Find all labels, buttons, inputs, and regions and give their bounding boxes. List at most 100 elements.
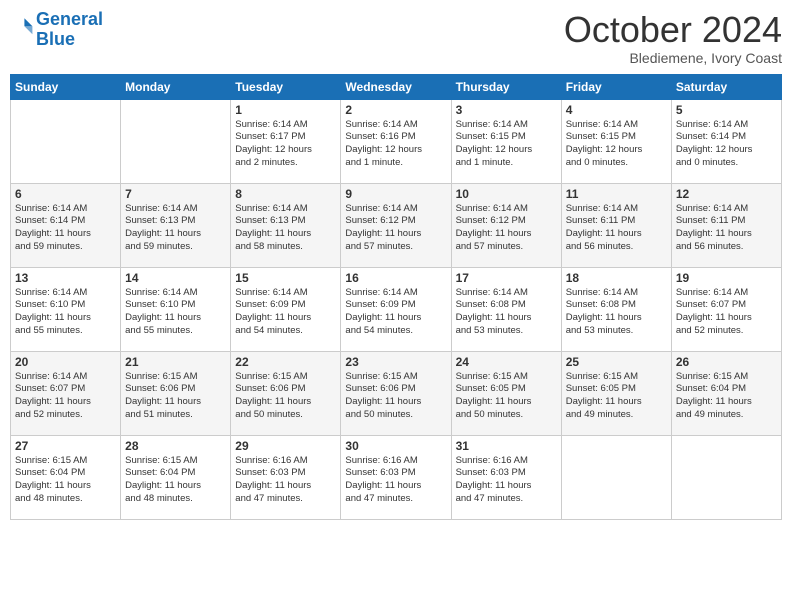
calendar-cell	[561, 435, 671, 519]
calendar-cell: 1Sunrise: 6:14 AM Sunset: 6:17 PM Daylig…	[231, 99, 341, 183]
day-number: 17	[456, 271, 557, 285]
month-title: October 2024	[564, 10, 782, 50]
column-header-thursday: Thursday	[451, 74, 561, 99]
day-number: 21	[125, 355, 226, 369]
week-row-3: 13Sunrise: 6:14 AM Sunset: 6:10 PM Dayli…	[11, 267, 782, 351]
page: General Blue October 2024 Blediemene, Iv…	[0, 0, 792, 612]
day-info: Sunrise: 6:16 AM Sunset: 6:03 PM Dayligh…	[235, 455, 336, 506]
calendar-cell: 2 Sunrise: 6:14 AM Sunset: 6:16 PM Daylig…	[341, 99, 451, 183]
day-number: 6	[15, 187, 116, 201]
column-header-sunday: Sunday	[11, 74, 121, 99]
week-row-1: 1Sunrise: 6:14 AM Sunset: 6:17 PM Daylig…	[11, 99, 782, 183]
day-number: 15	[235, 271, 336, 285]
calendar-cell: 11Sunrise: 6:14 AM Sunset: 6:11 PM Dayli…	[561, 183, 671, 267]
calendar-cell: 29 Sunrise: 6:16 AM Sunset: 6:03 PM Dayli…	[231, 435, 341, 519]
week-row-5: 27 Sunrise: 6:15 AM Sunset: 6:04 PM Dayli…	[11, 435, 782, 519]
week-row-4: 20 Sunrise: 6:14 AM Sunset: 6:07 PM Dayli…	[11, 351, 782, 435]
column-header-monday: Monday	[121, 74, 231, 99]
day-info: Sunrise: 6:14 AM Sunset: 6:13 PM Dayligh…	[235, 203, 336, 254]
day-info: Sunrise: 6:16 AM Sunset: 6:03 PM Dayligh…	[456, 455, 557, 506]
day-number: 3	[456, 103, 557, 117]
day-number: 23	[345, 355, 446, 369]
logo-line1: General	[36, 9, 103, 29]
calendar-cell	[121, 99, 231, 183]
day-info: Sunrise: 6:15 AM Sunset: 6:05 PM Dayligh…	[456, 371, 557, 422]
calendar-cell: 15 Sunrise: 6:14 AM Sunset: 6:09 PM Dayli…	[231, 267, 341, 351]
day-number: 18	[566, 271, 667, 285]
day-number: 28	[125, 439, 226, 453]
day-info: Sunrise: 6:14 AM Sunset: 6:08 PM Dayligh…	[566, 287, 667, 338]
day-number: 2	[345, 103, 446, 117]
calendar-cell: 25 Sunrise: 6:15 AM Sunset: 6:05 PM Dayli…	[561, 351, 671, 435]
day-number: 25	[566, 355, 667, 369]
day-info: Sunrise: 6:15 AM Sunset: 6:04 PM Dayligh…	[15, 455, 116, 506]
day-info: Sunrise: 6:14 AM Sunset: 6:14 PM Dayligh…	[15, 203, 116, 254]
calendar-cell: 8 Sunrise: 6:14 AM Sunset: 6:13 PM Daylig…	[231, 183, 341, 267]
calendar-cell: 28 Sunrise: 6:15 AM Sunset: 6:04 PM Dayli…	[121, 435, 231, 519]
calendar-cell: 27 Sunrise: 6:15 AM Sunset: 6:04 PM Dayli…	[11, 435, 121, 519]
column-header-saturday: Saturday	[671, 74, 781, 99]
day-info: Sunrise: 6:14 AM Sunset: 6:07 PM Dayligh…	[676, 287, 777, 338]
day-number: 12	[676, 187, 777, 201]
day-info: Sunrise: 6:15 AM Sunset: 6:04 PM Dayligh…	[125, 455, 226, 506]
day-number: 11	[566, 187, 667, 201]
day-number: 1	[235, 103, 336, 117]
calendar-cell: 16Sunrise: 6:14 AM Sunset: 6:09 PM Dayli…	[341, 267, 451, 351]
day-info: Sunrise: 6:14 AM Sunset: 6:14 PM Dayligh…	[676, 119, 777, 170]
calendar-cell: 6 Sunrise: 6:14 AM Sunset: 6:14 PM Daylig…	[11, 183, 121, 267]
day-info: Sunrise: 6:14 AM Sunset: 6:12 PM Dayligh…	[456, 203, 557, 254]
calendar-cell: 24 Sunrise: 6:15 AM Sunset: 6:05 PM Dayli…	[451, 351, 561, 435]
calendar-cell: 14Sunrise: 6:14 AM Sunset: 6:10 PM Dayli…	[121, 267, 231, 351]
day-info: Sunrise: 6:15 AM Sunset: 6:05 PM Dayligh…	[566, 371, 667, 422]
day-number: 20	[15, 355, 116, 369]
day-info: Sunrise: 6:14 AM Sunset: 6:07 PM Dayligh…	[15, 371, 116, 422]
title-block: October 2024 Blediemene, Ivory Coast	[564, 10, 782, 66]
day-info: Sunrise: 6:14 AM Sunset: 6:15 PM Dayligh…	[566, 119, 667, 170]
calendar-cell: 17 Sunrise: 6:14 AM Sunset: 6:08 PM Dayli…	[451, 267, 561, 351]
day-number: 10	[456, 187, 557, 201]
day-number: 26	[676, 355, 777, 369]
day-info: Sunrise: 6:15 AM Sunset: 6:04 PM Dayligh…	[676, 371, 777, 422]
calendar-cell	[671, 435, 781, 519]
calendar-cell: 23Sunrise: 6:15 AM Sunset: 6:06 PM Dayli…	[341, 351, 451, 435]
day-info: Sunrise: 6:15 AM Sunset: 6:06 PM Dayligh…	[235, 371, 336, 422]
day-info: Sunrise: 6:15 AM Sunset: 6:06 PM Dayligh…	[125, 371, 226, 422]
calendar-cell: 21 Sunrise: 6:15 AM Sunset: 6:06 PM Dayli…	[121, 351, 231, 435]
calendar-cell: 3 Sunrise: 6:14 AM Sunset: 6:15 PM Daylig…	[451, 99, 561, 183]
calendar-cell	[11, 99, 121, 183]
day-number: 31	[456, 439, 557, 453]
calendar-cell: 30 Sunrise: 6:16 AM Sunset: 6:03 PM Dayli…	[341, 435, 451, 519]
day-number: 7	[125, 187, 226, 201]
day-number: 19	[676, 271, 777, 285]
logo-line2: Blue	[36, 29, 75, 49]
logo: General Blue	[10, 10, 103, 50]
day-info: Sunrise: 6:14 AM Sunset: 6:09 PM Dayligh…	[235, 287, 336, 338]
column-header-friday: Friday	[561, 74, 671, 99]
day-number: 27	[15, 439, 116, 453]
calendar: SundayMondayTuesdayWednesdayThursdayFrid…	[10, 74, 782, 520]
day-info: Sunrise: 6:14 AM Sunset: 6:16 PM Dayligh…	[345, 119, 446, 170]
day-info: Sunrise: 6:16 AM Sunset: 6:03 PM Dayligh…	[345, 455, 446, 506]
calendar-header-row: SundayMondayTuesdayWednesdayThursdayFrid…	[11, 74, 782, 99]
calendar-cell: 5 Sunrise: 6:14 AM Sunset: 6:14 PM Daylig…	[671, 99, 781, 183]
day-info: Sunrise: 6:14 AM Sunset: 6:11 PM Dayligh…	[676, 203, 777, 254]
column-header-wednesday: Wednesday	[341, 74, 451, 99]
day-info: Sunrise: 6:14 AM Sunset: 6:12 PM Dayligh…	[345, 203, 446, 254]
week-row-2: 6 Sunrise: 6:14 AM Sunset: 6:14 PM Daylig…	[11, 183, 782, 267]
day-info: Sunrise: 6:14 AM Sunset: 6:15 PM Dayligh…	[456, 119, 557, 170]
day-number: 29	[235, 439, 336, 453]
day-number: 30	[345, 439, 446, 453]
day-number: 4	[566, 103, 667, 117]
day-number: 5	[676, 103, 777, 117]
location: Blediemene, Ivory Coast	[564, 50, 782, 66]
calendar-cell: 19 Sunrise: 6:14 AM Sunset: 6:07 PM Dayli…	[671, 267, 781, 351]
day-info: Sunrise: 6:14 AM Sunset: 6:09 PM Dayligh…	[345, 287, 446, 338]
header: General Blue October 2024 Blediemene, Iv…	[10, 10, 782, 66]
day-info: Sunrise: 6:14 AM Sunset: 6:08 PM Dayligh…	[456, 287, 557, 338]
day-number: 8	[235, 187, 336, 201]
calendar-cell: 20 Sunrise: 6:14 AM Sunset: 6:07 PM Dayli…	[11, 351, 121, 435]
logo-text: General Blue	[36, 10, 103, 50]
day-number: 9	[345, 187, 446, 201]
calendar-cell: 18 Sunrise: 6:14 AM Sunset: 6:08 PM Dayli…	[561, 267, 671, 351]
day-number: 24	[456, 355, 557, 369]
